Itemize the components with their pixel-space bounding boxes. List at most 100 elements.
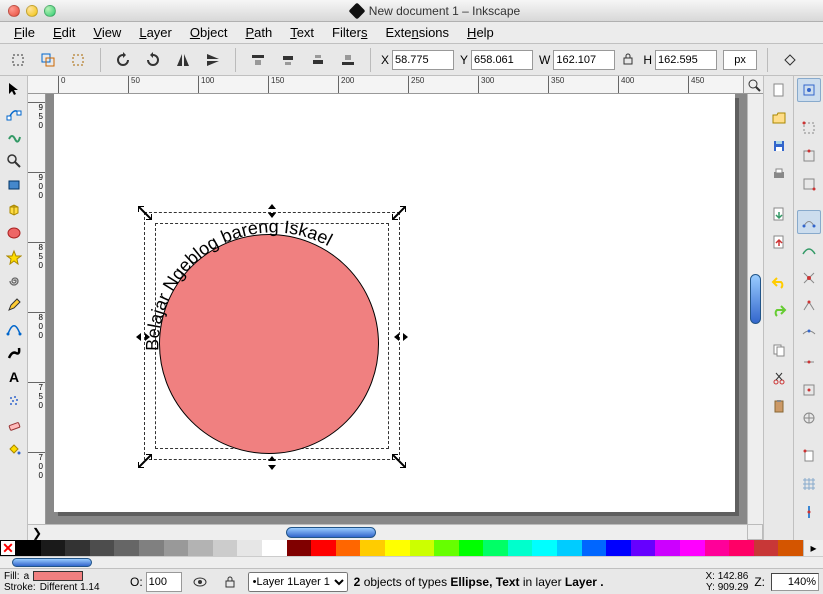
snap-midpoint-icon[interactable] <box>797 350 821 374</box>
lock-aspect-icon[interactable] <box>621 52 637 68</box>
palette-scrollbar[interactable] <box>0 556 823 568</box>
undo-icon[interactable] <box>767 270 791 294</box>
text-on-path-object[interactable]: Belajar Ngeblog bareng Iskael <box>124 194 414 474</box>
snap-grid-icon[interactable] <box>797 472 821 496</box>
menu-path[interactable]: Path <box>237 23 280 42</box>
save-icon[interactable] <box>767 134 791 158</box>
copy-icon[interactable] <box>767 338 791 362</box>
color-swatch[interactable] <box>434 540 459 556</box>
menu-file[interactable]: File <box>6 23 43 42</box>
flip-v-icon[interactable] <box>201 48 225 72</box>
rotate-cw-icon[interactable] <box>141 48 165 72</box>
menu-filters[interactable]: Filters <box>324 23 375 42</box>
new-doc-icon[interactable] <box>767 78 791 102</box>
menu-object[interactable]: Object <box>182 23 236 42</box>
minimize-window-icon[interactable] <box>26 5 38 17</box>
color-swatch[interactable] <box>287 540 312 556</box>
spiral-tool-icon[interactable] <box>2 270 26 292</box>
scale-handle-n[interactable] <box>265 204 279 218</box>
redo-icon[interactable] <box>767 298 791 322</box>
menu-edit[interactable]: Edit <box>45 23 83 42</box>
calligraphy-tool-icon[interactable] <box>2 342 26 364</box>
unit-select[interactable] <box>723 50 757 70</box>
close-window-icon[interactable] <box>8 5 20 17</box>
snap-bbox-edge-icon[interactable] <box>797 144 821 168</box>
color-swatch[interactable] <box>311 540 336 556</box>
snap-rotation-icon[interactable] <box>797 406 821 430</box>
color-swatch[interactable] <box>385 540 410 556</box>
select-all-layers-icon[interactable] <box>36 48 60 72</box>
pencil-tool-icon[interactable] <box>2 294 26 316</box>
color-swatch[interactable] <box>139 540 164 556</box>
snap-path-icon[interactable] <box>797 238 821 262</box>
color-swatch[interactable] <box>754 540 779 556</box>
select-all-icon[interactable] <box>6 48 30 72</box>
star-tool-icon[interactable] <box>2 246 26 268</box>
3dbox-tool-icon[interactable] <box>2 198 26 220</box>
snap-page-icon[interactable] <box>797 444 821 468</box>
horizontal-ruler[interactable]: 0 50 100 150 200 250 300 350 400 450 <box>28 76 763 94</box>
color-swatch[interactable] <box>360 540 385 556</box>
raise-top-icon[interactable] <box>246 48 270 72</box>
layer-select[interactable]: •Layer 1Layer 1 <box>248 572 348 592</box>
color-swatch[interactable] <box>778 540 803 556</box>
vertical-ruler[interactable]: 950 900 850 800 750 700 <box>28 94 46 524</box>
affect-toggle-icon[interactable] <box>778 48 802 72</box>
color-swatch[interactable] <box>114 540 139 556</box>
x-input[interactable] <box>392 50 454 70</box>
color-swatch[interactable] <box>705 540 730 556</box>
raise-icon[interactable] <box>276 48 300 72</box>
color-swatch[interactable] <box>164 540 189 556</box>
flip-h-icon[interactable] <box>171 48 195 72</box>
lower-bottom-icon[interactable] <box>336 48 360 72</box>
print-icon[interactable] <box>767 162 791 186</box>
color-swatch[interactable] <box>557 540 582 556</box>
snap-nodes-icon[interactable] <box>797 210 821 234</box>
snap-enable-icon[interactable] <box>797 78 821 102</box>
opacity-input[interactable] <box>146 572 182 592</box>
color-swatch[interactable] <box>262 540 287 556</box>
color-swatch[interactable] <box>532 540 557 556</box>
scale-handle-ne[interactable] <box>392 206 406 220</box>
lower-icon[interactable] <box>306 48 330 72</box>
scale-handle-sw[interactable] <box>138 454 152 468</box>
color-swatch[interactable] <box>90 540 115 556</box>
layer-lock-icon[interactable] <box>218 570 242 594</box>
snap-smooth-icon[interactable] <box>797 322 821 346</box>
menu-extensions[interactable]: Extensions <box>377 23 457 42</box>
zoom-input[interactable] <box>771 573 819 591</box>
canvas[interactable]: Belajar Ngeblog bareng Iskael <box>46 94 747 524</box>
color-swatch[interactable] <box>65 540 90 556</box>
color-swatch[interactable] <box>606 540 631 556</box>
bezier-tool-icon[interactable] <box>2 318 26 340</box>
selector-tool-icon[interactable] <box>2 78 26 100</box>
color-swatch[interactable] <box>336 540 361 556</box>
color-swatch[interactable] <box>655 540 680 556</box>
vertical-scrollbar[interactable] <box>747 94 763 524</box>
cut-icon[interactable] <box>767 366 791 390</box>
snap-center-icon[interactable] <box>797 378 821 402</box>
paste-icon[interactable] <box>767 394 791 418</box>
no-fill-swatch[interactable]: ✕ <box>0 540 16 556</box>
color-swatch[interactable] <box>631 540 656 556</box>
color-swatch[interactable] <box>483 540 508 556</box>
rotate-ccw-icon[interactable] <box>111 48 135 72</box>
zoom-window-icon[interactable] <box>44 5 56 17</box>
color-swatch[interactable] <box>41 540 66 556</box>
rect-tool-icon[interactable] <box>2 174 26 196</box>
color-swatch[interactable] <box>188 540 213 556</box>
open-icon[interactable] <box>767 106 791 130</box>
menu-text[interactable]: Text <box>282 23 322 42</box>
export-icon[interactable] <box>767 230 791 254</box>
color-swatch[interactable] <box>16 540 41 556</box>
bucket-tool-icon[interactable] <box>2 438 26 460</box>
deselect-icon[interactable] <box>66 48 90 72</box>
scale-handle-s[interactable] <box>265 456 279 470</box>
palette-more-icon[interactable]: ▸ <box>803 540 823 556</box>
snap-bbox-icon[interactable] <box>797 116 821 140</box>
tweak-tool-icon[interactable] <box>2 126 26 148</box>
color-swatch[interactable] <box>680 540 705 556</box>
zoom-tool-icon[interactable] <box>2 150 26 172</box>
layer-visibility-icon[interactable] <box>188 570 212 594</box>
snap-bbox-corner-icon[interactable] <box>797 172 821 196</box>
